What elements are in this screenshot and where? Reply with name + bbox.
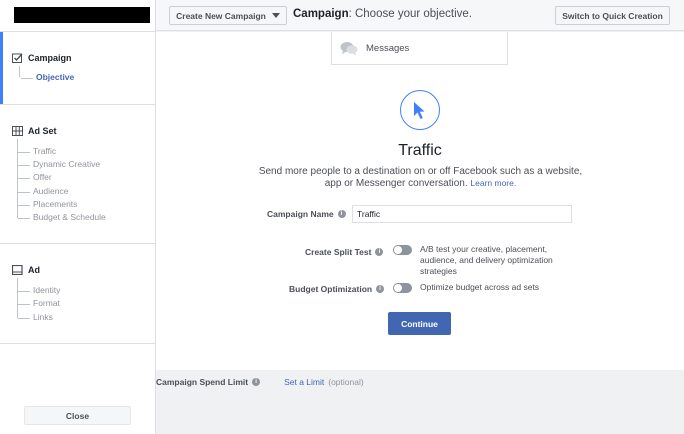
split-test-label-text: Create Split Test bbox=[305, 247, 372, 257]
sidebar-heading-adset[interactable]: Ad Set bbox=[12, 126, 57, 136]
campaign-name-input[interactable] bbox=[352, 205, 572, 223]
campaign-name-label-text: Campaign Name bbox=[267, 209, 334, 219]
sidebar-item-links[interactable]: Links bbox=[18, 312, 53, 322]
create-new-campaign-label: Create New Campaign bbox=[176, 10, 266, 21]
budget-optimization-label-text: Budget Optimization bbox=[289, 284, 373, 294]
cursor-icon bbox=[414, 101, 425, 119]
traffic-objective-icon-circle bbox=[400, 90, 440, 130]
sidebar-heading-label: Ad bbox=[28, 265, 40, 275]
page-title: Campaign: Choose your objective. bbox=[293, 8, 472, 20]
sidebar-heading-label: Ad Set bbox=[28, 126, 57, 136]
split-test-label: Create Split Test i bbox=[305, 247, 384, 257]
objective-panel: Messages Traffic Send more people to a d… bbox=[156, 32, 684, 370]
sidebar-divider bbox=[0, 104, 155, 105]
sidebar-heading-ad[interactable]: Ad bbox=[12, 265, 40, 275]
sidebar-item-format[interactable]: Format bbox=[18, 298, 60, 308]
campaign-spend-limit-row: Campaign Spend Limit i Set a Limit (opti… bbox=[156, 377, 364, 387]
caret-down-icon bbox=[271, 13, 280, 18]
sidebar: Campaign Objective Ad Set Traffic Dynami… bbox=[0, 0, 156, 434]
split-test-toggle[interactable] bbox=[393, 245, 412, 255]
info-icon[interactable]: i bbox=[337, 210, 346, 218]
budget-optimization-label: Budget Optimization i bbox=[289, 284, 385, 294]
info-icon[interactable]: i bbox=[252, 378, 261, 386]
sidebar-item-dynamic-creative[interactable]: Dynamic Creative bbox=[17, 159, 100, 169]
ad-frame-icon bbox=[12, 265, 23, 275]
info-icon[interactable]: i bbox=[376, 285, 385, 293]
sidebar-item-objective[interactable]: Objective bbox=[20, 72, 74, 82]
budget-optimization-description: Optimize budget across ad sets bbox=[420, 282, 540, 292]
page-title-bold: Campaign bbox=[293, 8, 349, 20]
continue-button[interactable]: Continue bbox=[388, 312, 451, 335]
learn-more-link[interactable]: Learn more. bbox=[470, 178, 516, 188]
grid-icon bbox=[12, 126, 23, 136]
sidebar-divider bbox=[0, 243, 155, 244]
set-limit-link[interactable]: Set a Limit bbox=[284, 377, 324, 387]
sidebar-item-identity[interactable]: Identity bbox=[17, 285, 60, 295]
switch-quick-creation-button[interactable]: Switch to Quick Creation bbox=[555, 6, 670, 25]
split-test-description: A/B test your creative, placement, audie… bbox=[420, 244, 553, 277]
sidebar-section-campaign[interactable]: Campaign Objective bbox=[0, 32, 155, 104]
sidebar-item-audience[interactable]: Audience bbox=[17, 186, 68, 196]
tree-line bbox=[19, 66, 20, 77]
optional-hint: (optional) bbox=[328, 377, 364, 387]
objective-option-messages[interactable]: Messages bbox=[331, 32, 508, 65]
header-bar: Create New Campaign Campaign: Choose you… bbox=[156, 0, 684, 31]
page-title-rest: : Choose your objective. bbox=[348, 8, 472, 20]
close-button[interactable]: Close bbox=[24, 406, 131, 425]
tree-line bbox=[17, 278, 18, 318]
sidebar-heading-campaign[interactable]: Campaign bbox=[12, 53, 72, 63]
sidebar-divider bbox=[0, 343, 155, 344]
redacted-bar bbox=[14, 7, 150, 23]
info-icon[interactable]: i bbox=[375, 248, 384, 256]
budget-optimization-toggle[interactable] bbox=[393, 283, 412, 293]
spend-limit-label: Campaign Spend Limit bbox=[156, 377, 249, 387]
sidebar-item-placements[interactable]: Placements bbox=[17, 199, 77, 209]
sidebar-heading-label: Campaign bbox=[28, 53, 72, 63]
objective-option-label: Messages bbox=[366, 42, 410, 54]
chat-bubbles-icon bbox=[340, 41, 358, 55]
create-new-campaign-button[interactable]: Create New Campaign bbox=[169, 6, 287, 25]
checkbox-icon bbox=[12, 53, 23, 63]
sidebar-item-budget-schedule[interactable]: Budget & Schedule bbox=[18, 212, 106, 222]
objective-description-text: Send more people to a destination on or … bbox=[258, 166, 583, 189]
objective-description: Send more people to a destination on or … bbox=[258, 166, 583, 189]
objective-title: Traffic bbox=[398, 142, 442, 159]
active-indicator bbox=[0, 32, 3, 104]
sidebar-item-traffic[interactable]: Traffic bbox=[17, 146, 56, 156]
campaign-name-label: Campaign Name i bbox=[267, 209, 346, 219]
sidebar-item-offer[interactable]: Offer bbox=[18, 172, 52, 182]
